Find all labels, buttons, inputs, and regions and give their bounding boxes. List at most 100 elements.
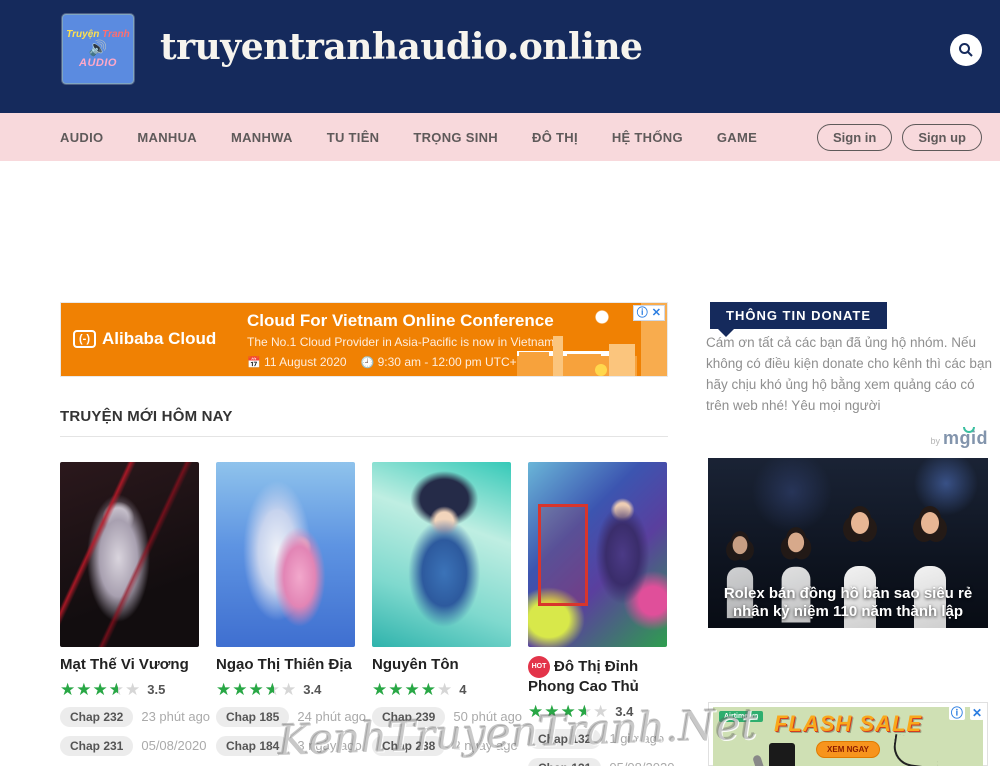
ad-close-icon[interactable]: ✕ — [970, 706, 984, 720]
clock-icon: 🕘 — [361, 357, 375, 369]
native-ad[interactable]: Rolex bán đồng hồ bản sao siêu rẻ nhân k… — [708, 458, 988, 628]
chapter-row: Chap 238 2 ngày ago — [372, 736, 511, 756]
comic-title[interactable]: HOTĐô Thị Đỉnh Phong Cao Thủ — [528, 656, 667, 697]
nav-item-trong-sinh[interactable]: TRỌNG SINH — [413, 130, 498, 145]
site-logo[interactable]: Truyện Tranh 🔊 AUDIO — [62, 14, 134, 84]
top-ad-banner[interactable]: (-) Alibaba Cloud Cloud For Vietnam Onli… — [60, 302, 668, 377]
comic-cover-image[interactable] — [372, 462, 511, 647]
alibaba-brand-text: Alibaba Cloud — [102, 329, 216, 349]
alibaba-logo-mark: (-) — [73, 330, 96, 348]
adchoices-chip: ⓘ ✕ — [949, 706, 984, 720]
star-icon: ★ — [388, 681, 404, 698]
ad-datetime: 📅 11 August 2020 🕘 9:30 am - 12:00 pm UT… — [247, 355, 547, 369]
star-icon: ★ — [76, 681, 92, 698]
chapter-time: 23 phút ago — [141, 709, 210, 724]
chapter-row: Chap 184 3 ngày ago — [216, 736, 355, 756]
ad-buildings-art — [517, 303, 637, 377]
ad-info-icon[interactable]: ⓘ — [637, 307, 648, 319]
donate-section-header: THÔNG TIN DONATE — [710, 302, 887, 329]
comic-card: Nguyên Tôn ★★★★★ 4 Chap 239 50 phút ago … — [372, 462, 511, 766]
nav-item-tu-tien[interactable]: TU TIÊN — [327, 130, 380, 145]
flash-sale-title: FLASH SALE — [713, 711, 983, 737]
comic-title[interactable]: Ngạo Thị Thiên Địa — [216, 656, 355, 675]
chapter-link[interactable]: Chap 238 — [372, 736, 445, 756]
flash-sale-ad-body: Airtime.vn FLASH SALE XEM NGAY — [713, 707, 983, 766]
star-icon: ★ — [421, 681, 437, 698]
chapter-time: 2 ngày ago — [453, 738, 517, 753]
mgid-by-label: by — [930, 436, 940, 446]
chapter-time: 1 giờ ago — [609, 731, 664, 746]
comic-cover-image[interactable] — [216, 462, 355, 647]
ad-info-icon[interactable]: ⓘ — [949, 706, 965, 720]
star-icon: ★ — [561, 703, 577, 720]
star-rating: ★★★★★ — [60, 681, 141, 698]
native-ad-caption: Rolex bán đồng hồ bản sao siêu rẻ nhân k… — [708, 585, 988, 623]
flash-sale-ad[interactable]: Airtime.vn FLASH SALE XEM NGAY ⓘ ✕ — [708, 702, 988, 766]
rating-value: 3.4 — [615, 704, 633, 719]
chapter-link[interactable]: Chap 184 — [216, 736, 289, 756]
navbar: AUDIO MANHUA MANHWA TU TIÊN TRỌNG SINH Đ… — [0, 113, 1000, 161]
chapter-link[interactable]: Chap 132 — [528, 729, 601, 749]
nav-item-he-thong[interactable]: HỆ THỐNG — [612, 130, 683, 145]
alibaba-cloud-logo: (-) Alibaba Cloud — [73, 329, 216, 349]
chapter-link[interactable]: Chap 239 — [372, 707, 445, 727]
calendar-icon: 📅 — [247, 357, 261, 369]
sign-up-button[interactable]: Sign up — [902, 124, 982, 151]
search-icon — [958, 42, 974, 58]
star-icon: ★ — [249, 681, 265, 698]
star-icon: ★ — [265, 681, 281, 698]
chapter-link[interactable]: Chap 131 — [528, 758, 601, 766]
nav-item-audio[interactable]: AUDIO — [60, 130, 103, 145]
chapter-row: Chap 232 23 phút ago — [60, 707, 199, 727]
chapter-time: 50 phút ago — [453, 709, 522, 724]
chapter-link[interactable]: Chap 232 — [60, 707, 133, 727]
chapter-link[interactable]: Chap 185 — [216, 707, 289, 727]
xem-ngay-button[interactable]: XEM NGAY — [816, 741, 880, 758]
logo-text: Truyện Tranh — [66, 29, 130, 40]
comic-card-grid: Mạt Thế Vi Vương ★★★★★ 3.5 Chap 232 23 p… — [60, 462, 668, 766]
mgid-attribution[interactable]: bymgid — [708, 428, 988, 449]
nav-item-manhwa[interactable]: MANHWA — [231, 130, 293, 145]
chapter-time: 05/08/2020 — [141, 738, 206, 753]
chapter-link[interactable]: Chap 231 — [60, 736, 133, 756]
chapter-time: 3 ngày ago — [297, 738, 361, 753]
star-rating: ★★★★★ — [372, 681, 453, 698]
site-title[interactable]: truyentranhaudio.online — [160, 26, 642, 68]
rating-value: 3.4 — [303, 682, 321, 697]
ad-subtitle: The No.1 Cloud Provider in Asia-Pacific … — [247, 335, 554, 349]
comic-title[interactable]: Nguyên Tôn — [372, 656, 511, 675]
chapter-row: Chap 131 05/08/2020 — [528, 758, 667, 766]
star-icon: ★ — [232, 681, 248, 698]
star-rating: ★★★★★ — [528, 703, 609, 720]
adchoices-chip: ⓘ ✕ — [633, 305, 665, 321]
speaker-icon: 🔊 — [89, 41, 108, 56]
logo-audio-label: AUDIO — [79, 57, 117, 69]
star-icon: ★ — [577, 703, 593, 720]
comic-title[interactable]: Mạt Thế Vi Vương — [60, 656, 199, 675]
star-icon: ★ — [93, 681, 109, 698]
chapter-time: 05/08/2020 — [609, 760, 674, 766]
phone-graphic — [769, 743, 795, 766]
ad-close-icon[interactable]: ✕ — [652, 307, 661, 319]
chapter-time: 24 phút ago — [297, 709, 366, 724]
search-button[interactable] — [950, 34, 982, 66]
chapter-row: Chap 239 50 phút ago — [372, 707, 511, 727]
comic-cover-image[interactable] — [528, 462, 667, 647]
nav-item-game[interactable]: GAME — [717, 130, 757, 145]
selfie-stick-graphic — [891, 734, 941, 766]
star-icon: ★ — [60, 681, 76, 698]
nav-item-manhua[interactable]: MANHUA — [137, 130, 197, 145]
chapter-row: Chap 231 05/08/2020 — [60, 736, 199, 756]
star-icon: ★ — [544, 703, 560, 720]
donate-message: Cám ơn tất cả các bạn đã ủng hộ nhóm. Nế… — [706, 333, 992, 417]
auth-buttons: Sign in Sign up — [817, 113, 982, 161]
star-icon: ★ — [528, 703, 544, 720]
comic-cover-image[interactable] — [60, 462, 199, 647]
hot-badge: HOT — [528, 656, 550, 678]
star-icon: ★ — [125, 681, 141, 698]
chapter-row: Chap 132 1 giờ ago — [528, 729, 667, 749]
section-title: TRUYỆN MỚI HÔM NAY — [60, 408, 233, 425]
sign-in-button[interactable]: Sign in — [817, 124, 892, 151]
page: Truyện Tranh 🔊 AUDIO truyentranhaudio.on… — [0, 0, 1000, 766]
nav-item-do-thi[interactable]: ĐÔ THỊ — [532, 130, 578, 145]
